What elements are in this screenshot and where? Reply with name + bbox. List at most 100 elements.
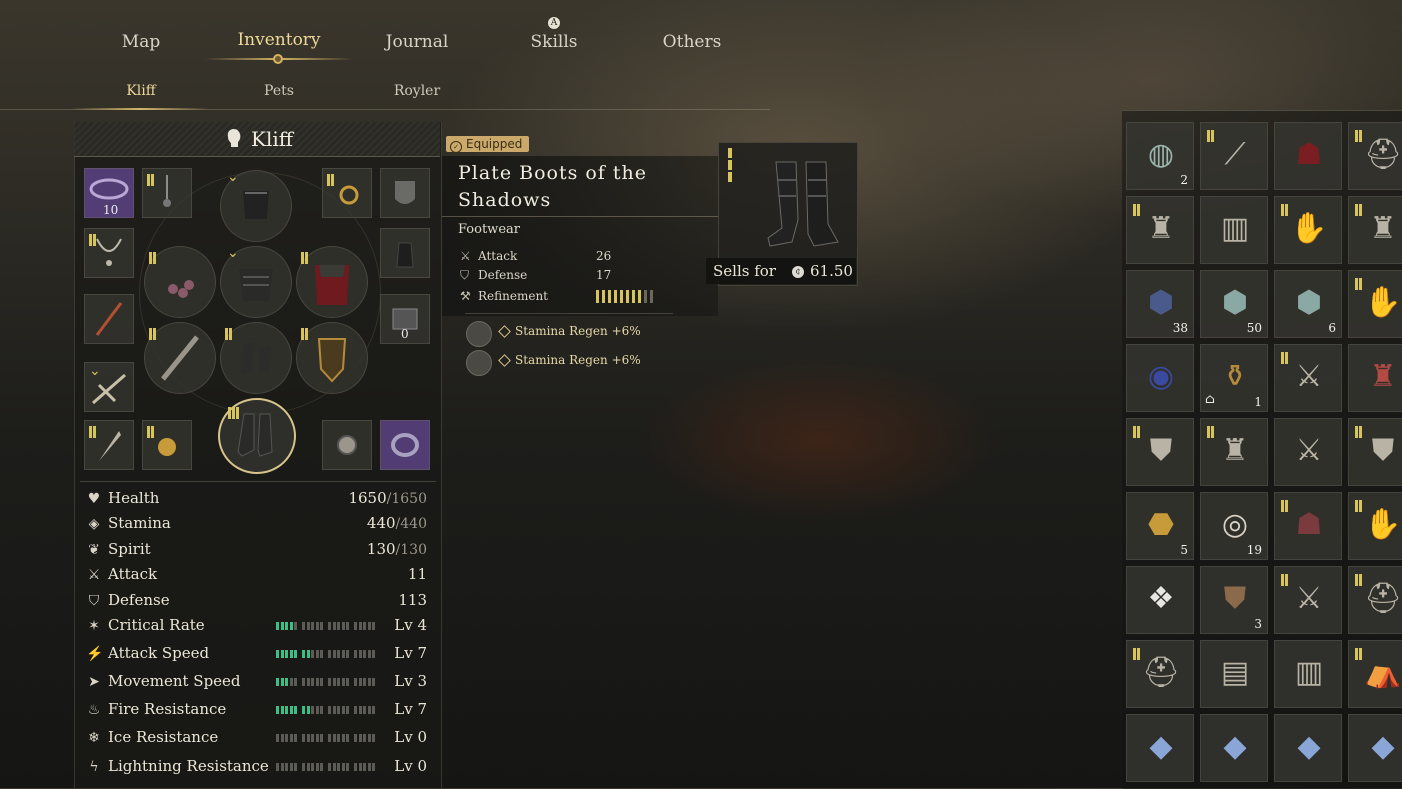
sword-icon: ⚔ bbox=[1295, 359, 1323, 394]
inventory-slot[interactable]: ▤ bbox=[1200, 640, 1268, 708]
level-segment bbox=[280, 678, 284, 686]
inventory-slot[interactable]: ⛑3 bbox=[1348, 566, 1402, 634]
inventory-slot[interactable]: ⚔ bbox=[1274, 418, 1342, 486]
stat-value: 1650/1650 bbox=[348, 489, 427, 507]
grade-marker bbox=[301, 249, 313, 264]
inventory-slot[interactable]: ⛊ 3 bbox=[1200, 566, 1268, 634]
item-quantity: 1 bbox=[1254, 395, 1262, 409]
inventory-slot[interactable]: ✋ bbox=[1348, 492, 1402, 560]
equip-slot-amulet[interactable] bbox=[142, 168, 192, 218]
stat-label: Ice Resistance bbox=[108, 728, 219, 746]
equipped-icon: ✓ bbox=[450, 141, 462, 153]
gold-nugget-icon: ⬣ bbox=[1147, 507, 1175, 542]
level-segment bbox=[285, 763, 289, 771]
inventory-slot[interactable]: ◍ 2 bbox=[1126, 122, 1194, 190]
equip-slot-spear[interactable] bbox=[84, 294, 134, 344]
inventory-slot[interactable]: ⬣ 5 bbox=[1126, 492, 1194, 560]
inventory-slot[interactable]: ♜ bbox=[1348, 196, 1402, 264]
inventory-slot[interactable]: ⬢ 50 bbox=[1200, 270, 1268, 338]
item-quantity: 0 bbox=[401, 327, 409, 341]
equip-slot-mask[interactable] bbox=[380, 168, 430, 218]
inventory-slot[interactable]: ◉ bbox=[1126, 344, 1194, 412]
inventory-slot[interactable]: ◎ 19 bbox=[1200, 492, 1268, 560]
equip-slot-chest[interactable]: ⌄ bbox=[220, 245, 292, 318]
subtab-pets[interactable]: Pets bbox=[264, 83, 294, 99]
inventory-slot[interactable]: ◆ bbox=[1200, 714, 1268, 782]
level-segment bbox=[280, 650, 284, 658]
level-segment bbox=[354, 650, 357, 658]
equip-slot-trinket[interactable] bbox=[142, 420, 192, 470]
equip-slot-weapon[interactable] bbox=[144, 322, 216, 394]
tab-others[interactable]: Others bbox=[663, 32, 722, 52]
tab-inventory[interactable]: Inventory bbox=[237, 30, 320, 50]
sells-for-label: Sells for bbox=[713, 262, 776, 280]
equip-slot-cloak[interactable] bbox=[296, 246, 368, 318]
upgrade-chevron-icon: ⌄ bbox=[227, 245, 239, 261]
inventory-slot[interactable]: ♜ bbox=[1126, 196, 1194, 264]
tab-journal[interactable]: Journal bbox=[386, 32, 449, 52]
grade-marker bbox=[225, 325, 237, 340]
equip-slot-accessory[interactable]: 10 bbox=[84, 168, 134, 218]
inventory-slot[interactable]: ◆ bbox=[1348, 714, 1402, 782]
inventory-slot[interactable]: ⛑ bbox=[1126, 640, 1194, 708]
stat-label: Spirit bbox=[108, 540, 151, 558]
inventory-slot[interactable]: ⬢ 38 bbox=[1126, 270, 1194, 338]
inventory-slot[interactable]: ⚱ ⌂ 1 bbox=[1200, 344, 1268, 412]
stats-divider bbox=[80, 481, 436, 482]
inventory-slot[interactable]: ⛺ bbox=[1348, 640, 1402, 708]
ore-icon: ⬢ bbox=[1147, 285, 1175, 320]
level-segment bbox=[315, 622, 319, 630]
inventory-slot[interactable]: ♜ bbox=[1200, 418, 1268, 486]
equip-slot-bracelet[interactable] bbox=[380, 420, 430, 470]
equip-slot-earring[interactable] bbox=[322, 168, 372, 218]
equip-slot-boots[interactable] bbox=[218, 398, 296, 474]
stat-spirit: ❦ Spirit 130/130 bbox=[86, 540, 431, 562]
inventory-slot[interactable]: ▥ bbox=[1200, 196, 1268, 264]
inventory-slot[interactable]: ♜ bbox=[1348, 344, 1402, 412]
max-value: /130 bbox=[395, 542, 427, 558]
level-segment bbox=[311, 650, 315, 658]
current-value: 130 bbox=[366, 540, 396, 558]
equip-slot-gauntlets[interactable] bbox=[220, 322, 292, 394]
inventory-slot[interactable]: ☗ bbox=[1274, 122, 1342, 190]
level-segment bbox=[337, 734, 341, 742]
inventory-slot[interactable]: ⛊ bbox=[1126, 418, 1194, 486]
shield-icon: ⛉ bbox=[88, 593, 100, 609]
subtab-kliff[interactable]: Kliff bbox=[126, 83, 155, 99]
equip-slot-shield[interactable] bbox=[296, 322, 368, 394]
equip-slot-crossbow[interactable]: ⌄ bbox=[84, 362, 134, 412]
equip-slot-orb[interactable] bbox=[322, 420, 372, 470]
inventory-slot[interactable]: ❖ bbox=[1126, 566, 1194, 634]
spear-icon bbox=[95, 302, 123, 336]
equip-slot-dagger[interactable] bbox=[84, 420, 134, 470]
inventory-slot[interactable]: ⛊ bbox=[1348, 418, 1402, 486]
level-segment bbox=[346, 706, 350, 714]
inventory-slot[interactable]: ▥ bbox=[1274, 640, 1342, 708]
tab-map[interactable]: Map bbox=[122, 32, 160, 52]
level-segment bbox=[372, 706, 376, 714]
inventory-slot[interactable]: ◆ bbox=[1126, 714, 1194, 782]
inventory-slot[interactable]: ⟋ bbox=[1200, 122, 1268, 190]
equip-slot-lantern[interactable] bbox=[380, 228, 430, 278]
inventory-slot[interactable]: ☗ bbox=[1274, 492, 1342, 560]
equip-slot-gloves-gems[interactable] bbox=[144, 246, 216, 318]
refinement-segment bbox=[608, 290, 611, 303]
inventory-slot[interactable]: ✋ bbox=[1274, 196, 1342, 264]
item-stat-attack: ⚔ Attack bbox=[460, 249, 517, 263]
inventory-slot[interactable]: ✋ bbox=[1348, 270, 1402, 338]
inventory-slot[interactable]: ⚔ bbox=[1274, 344, 1342, 412]
level-segment bbox=[315, 706, 319, 714]
level-segment bbox=[358, 622, 362, 630]
inventory-slot[interactable]: ◆ bbox=[1274, 714, 1342, 782]
equip-slot-bag[interactable]: 0 bbox=[380, 294, 430, 344]
subtab-royler[interactable]: Royler bbox=[394, 83, 440, 99]
grade-marker bbox=[149, 249, 161, 264]
equip-slot-necklace[interactable] bbox=[84, 228, 134, 278]
level-segment bbox=[280, 706, 284, 714]
tab-skills[interactable]: Skills bbox=[531, 32, 578, 52]
equip-slot-helmet[interactable]: ⌄ bbox=[220, 169, 292, 242]
inventory-slot[interactable]: ⛑ bbox=[1348, 122, 1402, 190]
inventory-slot[interactable]: ⬢ 6 bbox=[1274, 270, 1342, 338]
inventory-slot[interactable]: ⚔ bbox=[1274, 566, 1342, 634]
level-segment bbox=[346, 678, 350, 686]
